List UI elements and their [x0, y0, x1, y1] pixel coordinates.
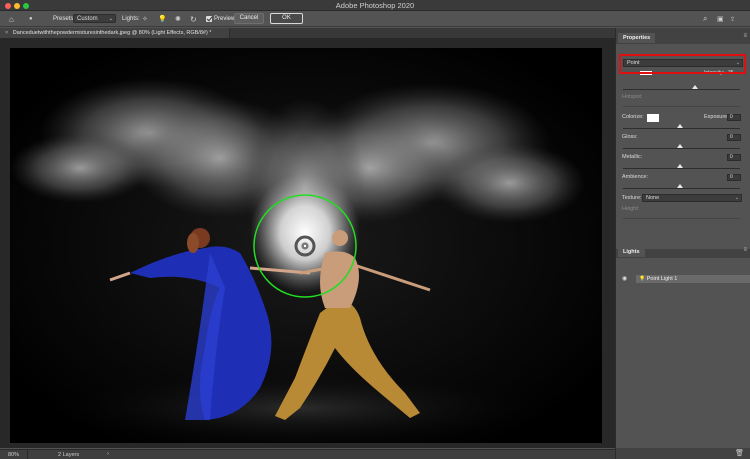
- preview-checkbox[interactable]: Preview: [206, 13, 235, 25]
- properties-tab[interactable]: Properties: [618, 33, 656, 43]
- image-canvas[interactable]: [10, 48, 602, 443]
- exposure-value[interactable]: 0: [727, 114, 741, 121]
- preview-label: Preview: [214, 16, 236, 22]
- exposure-slider[interactable]: [623, 128, 740, 129]
- ambience-slider[interactable]: [623, 188, 740, 189]
- properties-panel: Point ⌄ Intensity: 35 Hotspot: Colorize:…: [616, 44, 750, 249]
- exposure-label: Exposure:: [704, 114, 729, 120]
- reset-light-icon[interactable]: ↻: [190, 13, 197, 25]
- home-icon[interactable]: ⌂: [9, 13, 14, 25]
- status-bar: 80% 2 Layers ›: [0, 449, 615, 459]
- presets-select[interactable]: Custom ⌄: [73, 14, 116, 23]
- light-list-item[interactable]: 💡 Point Light 1: [636, 275, 750, 283]
- highlight-box: [619, 54, 746, 74]
- lights-tab[interactable]: Lights: [618, 247, 645, 257]
- trash-icon[interactable]: 🗑: [735, 449, 744, 457]
- tab-bar-empty: [230, 28, 615, 38]
- chevron-down-icon: ⌄: [108, 16, 113, 22]
- lights-panel-menu-icon[interactable]: ≡: [743, 247, 747, 253]
- dancers-photo: [10, 48, 602, 443]
- gloss-value[interactable]: 0: [727, 134, 741, 141]
- gloss-label: Gloss:: [622, 134, 638, 140]
- height-label: Height:: [622, 206, 640, 212]
- metallic-slider[interactable]: [623, 168, 740, 169]
- exposure-slider-thumb[interactable]: [677, 124, 683, 128]
- light-tool-icon[interactable]: ●: [29, 13, 33, 25]
- add-spot-light-icon[interactable]: ✧: [142, 13, 148, 25]
- hotspot-label: Hotspot:: [622, 94, 643, 100]
- light-name: Point Light 1: [646, 276, 678, 282]
- close-tab-icon[interactable]: ×: [5, 30, 8, 36]
- texture-select[interactable]: None ⌄: [642, 194, 742, 202]
- right-panel-column: Properties ≡ Point ⌄ Intensity: 35 Hotsp…: [615, 28, 750, 459]
- document-tab[interactable]: × Danceduetwiththepowdermixturesinthedar…: [0, 28, 230, 38]
- workspace-icon[interactable]: ▣: [717, 13, 724, 25]
- metallic-label: Metallic:: [622, 154, 643, 160]
- hotspot-slider: [623, 106, 740, 107]
- add-point-light-icon[interactable]: 💡: [158, 13, 167, 25]
- chevron-down-icon: ⌄: [734, 195, 739, 201]
- zoom-level: 80%: [8, 452, 20, 458]
- ambience-slider-thumb[interactable]: [677, 184, 683, 188]
- add-infinite-light-icon[interactable]: ✺: [175, 13, 181, 25]
- metallic-value[interactable]: 0: [727, 154, 741, 161]
- ambience-value[interactable]: 0: [727, 174, 741, 181]
- panel-menu-icon[interactable]: ≡: [743, 33, 747, 39]
- texture-value: None: [646, 195, 660, 201]
- gloss-slider-thumb[interactable]: [677, 144, 683, 148]
- point-light-icon: 💡: [639, 276, 646, 282]
- ok-button[interactable]: OK: [270, 13, 303, 24]
- intensity-slider-thumb[interactable]: [692, 85, 698, 89]
- eye-icon[interactable]: ◉: [622, 275, 627, 282]
- colorize-swatch[interactable]: [647, 114, 659, 122]
- colorize-label: Colorize:: [622, 114, 644, 120]
- presets-select-value: Custom: [77, 16, 98, 22]
- title-bar: Adobe Photoshop 2020: [0, 0, 750, 11]
- texture-label: Texture:: [622, 195, 642, 201]
- lights-label: Lights:: [122, 16, 140, 22]
- status-menu-arrow[interactable]: ›: [107, 451, 109, 457]
- search-icon[interactable]: ⌕: [703, 13, 707, 25]
- presets-label: Presets:: [53, 16, 76, 22]
- options-bar: ⌂ ● Presets: Custom ⌄ Lights: ✧ 💡 ✺ ↻ Pr…: [0, 11, 750, 27]
- checkbox-checked-icon: [206, 16, 212, 22]
- cancel-button[interactable]: Cancel: [234, 13, 264, 24]
- share-icon[interactable]: ⇪: [730, 13, 735, 25]
- lights-panel: [616, 258, 750, 448]
- app-title: Adobe Photoshop 2020: [335, 1, 415, 10]
- intensity-slider[interactable]: [623, 89, 740, 90]
- document-title: Danceduetwiththepowdermixturesinthedark.…: [12, 30, 212, 36]
- document-info: 2 Layers: [58, 452, 80, 458]
- metallic-slider-thumb[interactable]: [677, 164, 683, 168]
- gloss-slider[interactable]: [623, 148, 740, 149]
- height-slider: [623, 218, 740, 219]
- ambience-label: Ambience:: [622, 174, 648, 180]
